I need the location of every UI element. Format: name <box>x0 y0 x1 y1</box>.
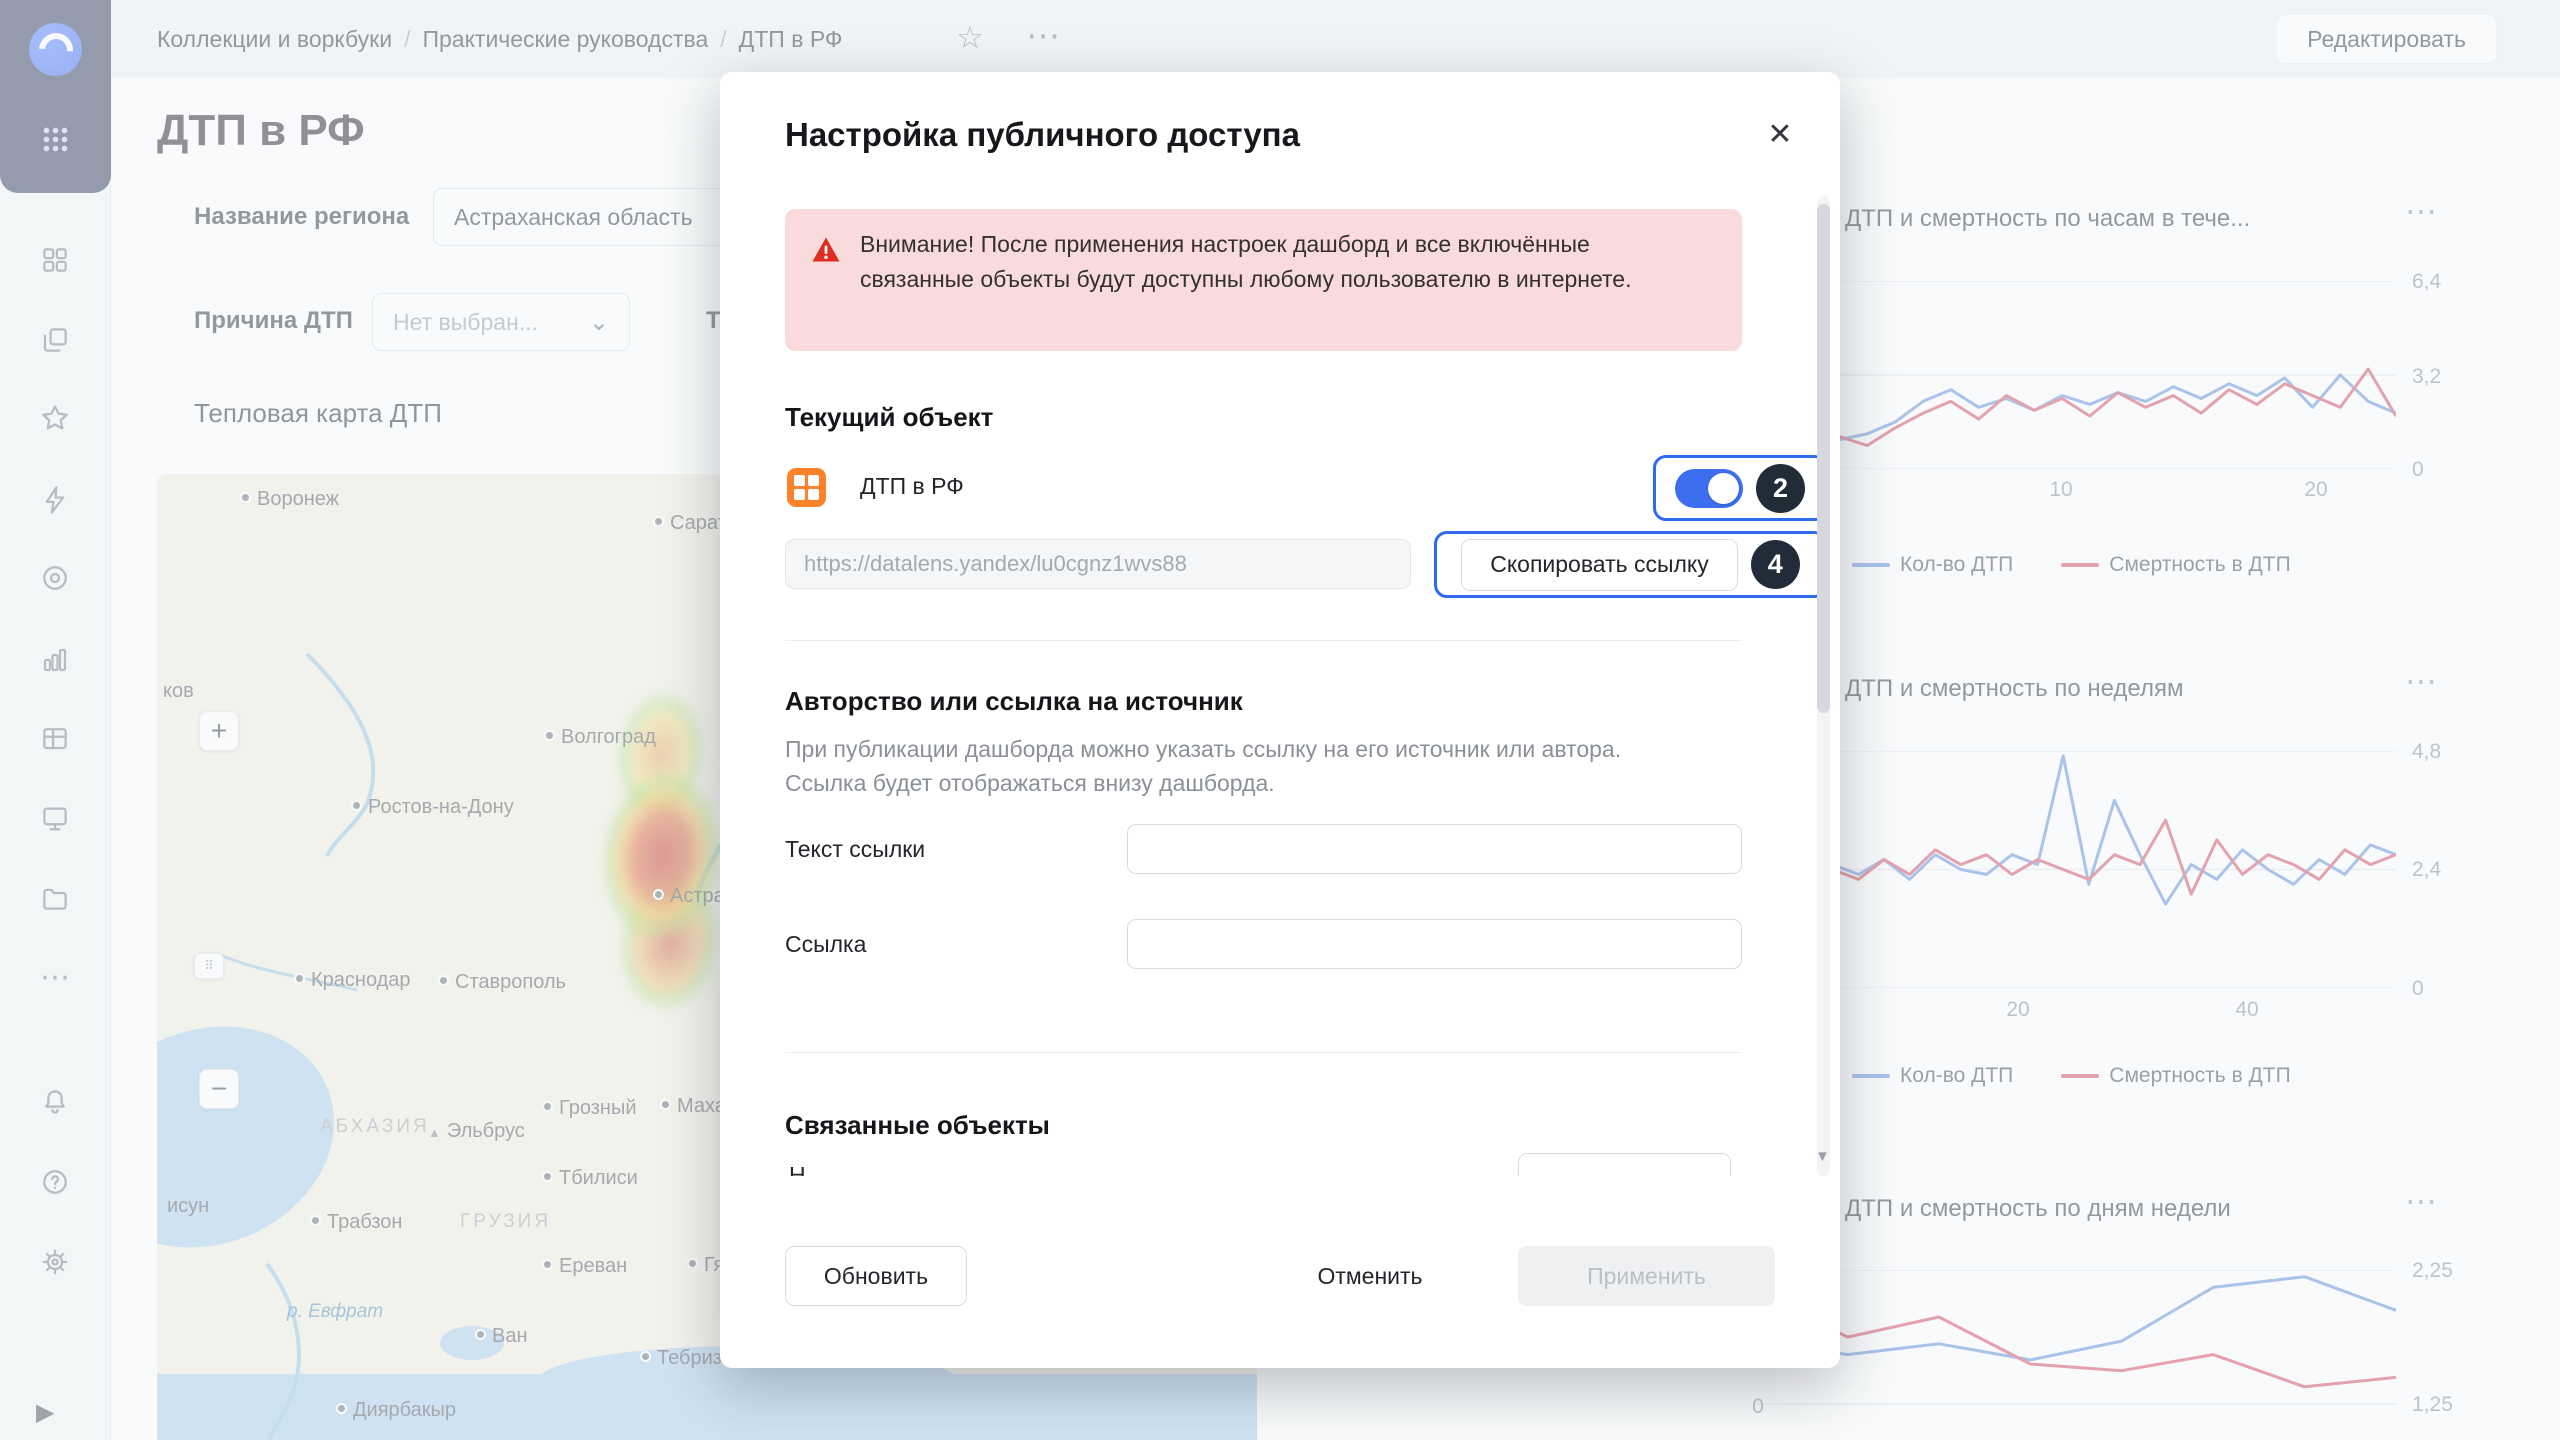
link-url-input[interactable] <box>1127 919 1742 969</box>
warning-banner: Внимание! После применения настроек дашб… <box>785 209 1742 351</box>
warning-icon <box>811 235 841 265</box>
divider <box>785 1052 1742 1053</box>
step-badge: 4 <box>1751 540 1800 589</box>
related-objects-heading: Связанные объекты <box>785 1110 1050 1141</box>
related-partial-select[interactable] <box>1518 1153 1731 1176</box>
scrollbar-thumb[interactable] <box>1817 204 1830 713</box>
toggle-knob <box>1708 473 1739 504</box>
refresh-button[interactable]: Обновить <box>785 1246 967 1306</box>
link-text-input[interactable] <box>1127 824 1742 874</box>
modal-scrollbar[interactable] <box>1817 196 1830 1176</box>
cancel-button[interactable]: Отменить <box>1300 1246 1440 1306</box>
divider <box>785 640 1742 641</box>
screen: ⋯ ▶ Коллекции и воркбуки / Практические … <box>0 0 2560 1440</box>
copy-callout: Скопировать ссылку 4 <box>1434 531 1827 598</box>
apply-button[interactable]: Применить <box>1518 1246 1775 1306</box>
related-partial-label: Н <box>789 1162 806 1176</box>
object-name: ДТП в РФ <box>860 473 964 500</box>
dashboard-object-icon <box>787 468 826 507</box>
modal-title: Настройка публичного доступа <box>785 116 1300 154</box>
scroll-down-icon[interactable]: ▼ <box>1815 1148 1830 1165</box>
current-object-heading: Текущий объект <box>785 402 993 433</box>
public-access-modal: Настройка публичного доступа ✕ Внимание!… <box>720 72 1840 1368</box>
step-badge: 2 <box>1756 464 1805 513</box>
authorship-heading: Авторство или ссылка на источник <box>785 686 1243 717</box>
authorship-description: При публикации дашборда можно указать сс… <box>785 732 1705 800</box>
link-text-label: Текст ссылки <box>785 836 925 863</box>
link-url-label: Ссылка <box>785 931 866 958</box>
public-access-toggle[interactable] <box>1675 469 1743 508</box>
public-url-field[interactable] <box>785 539 1411 589</box>
copy-link-button[interactable]: Скопировать ссылку <box>1461 539 1738 591</box>
close-icon[interactable]: ✕ <box>1758 112 1802 156</box>
warning-text: Внимание! После применения настроек дашб… <box>860 227 1700 297</box>
toggle-callout: 2 <box>1653 455 1827 521</box>
